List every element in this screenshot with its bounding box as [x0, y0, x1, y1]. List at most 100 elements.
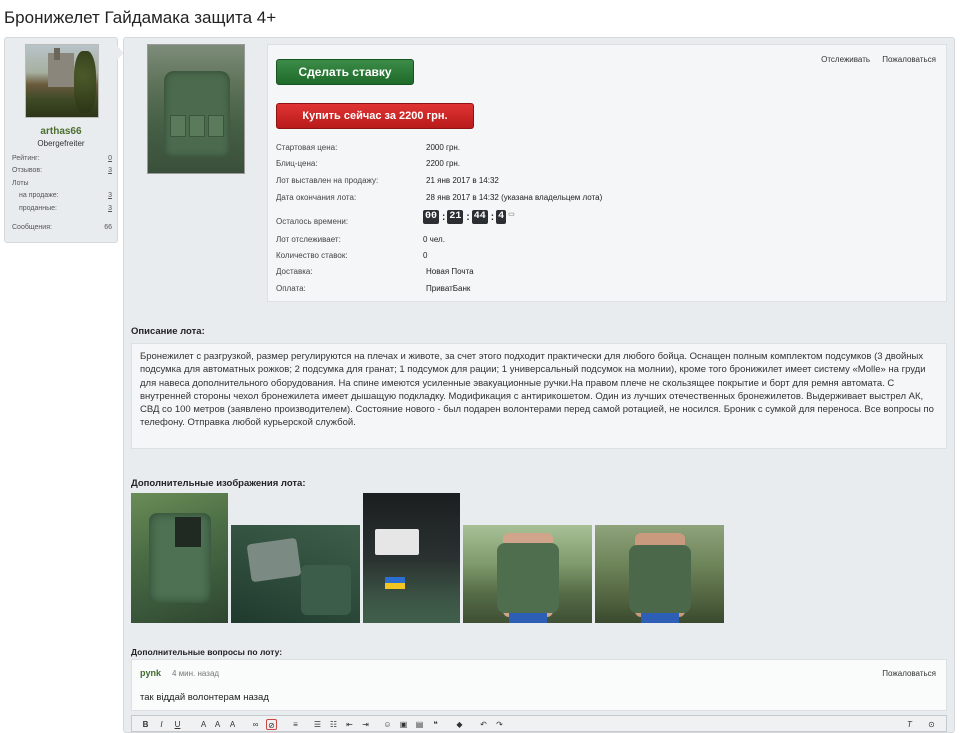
timer-days: 00 — [423, 210, 440, 224]
description-title: Описание лота: — [131, 326, 205, 337]
stat-label: Сообщения: — [12, 224, 52, 231]
vest-pocket-shape — [208, 115, 224, 137]
question-time: 4 мин. назад — [172, 669, 220, 678]
image-icon[interactable]: ▣ — [398, 719, 409, 730]
vest-shape — [164, 71, 230, 157]
redo-icon[interactable]: ↷ — [494, 719, 505, 730]
stat-label: проданные: — [19, 205, 58, 212]
stat-rating: Рейтинг: 0 — [12, 155, 112, 162]
page-title: Бронижелет Гайдамака защита 4+ — [4, 8, 277, 27]
timer-seconds: 4 — [496, 210, 507, 224]
lot-image-thumbnail[interactable] — [231, 525, 360, 623]
timer-separator: : — [466, 211, 470, 223]
lot-links: Отслеживать Пожаловаться — [811, 55, 936, 64]
code-icon[interactable]: ◆ — [454, 719, 465, 730]
undo-icon[interactable]: ↶ — [478, 719, 489, 730]
additional-images — [131, 493, 731, 623]
stat-label: Отзывов: — [12, 167, 43, 174]
delivery-label: Доставка: — [276, 267, 313, 276]
bullet-list-icon[interactable]: ☰ — [312, 719, 323, 730]
timer-extra-icon: ▭ — [508, 211, 515, 218]
pants-shape — [509, 613, 547, 623]
timer-separator: : — [442, 211, 446, 223]
watchers-value: 0 чел. — [423, 235, 445, 244]
lot-image-thumbnail[interactable] — [595, 525, 724, 623]
toggle-source-icon[interactable]: ⊙ — [926, 719, 937, 730]
images-section-title: Дополнительные изображения лота: — [131, 478, 306, 489]
avatar[interactable] — [25, 44, 99, 118]
stat-value: 66 — [104, 224, 112, 231]
plate-shape — [246, 537, 302, 583]
media-icon[interactable]: ▤ — [414, 719, 425, 730]
stat-label: Лоты — [12, 180, 29, 187]
end-date-label: Дата окончания лота: — [276, 193, 357, 202]
vest-pocket-shape — [189, 115, 205, 137]
watchers-label: Лот отслеживает: — [276, 235, 341, 244]
numbered-list-icon[interactable]: ☷ — [328, 719, 339, 730]
lot-details-box: Отслеживать Пожаловаться Сделать ставку … — [267, 44, 947, 302]
stat-value-link[interactable]: 3 — [108, 192, 112, 199]
payment-label: Оплата: — [276, 284, 306, 293]
avatar-tree-shape — [74, 51, 96, 113]
unlink-icon[interactable]: ⊘ — [266, 719, 277, 730]
stat-value-link[interactable]: 3 — [108, 167, 112, 174]
vest-opening-shape — [175, 517, 201, 547]
link-icon[interactable]: ∞ — [250, 719, 261, 730]
vest-shape — [629, 545, 691, 613]
stat-value-link[interactable]: 3 — [108, 205, 112, 212]
question-report-link[interactable]: Пожаловаться — [882, 669, 936, 678]
watch-link[interactable]: Отслеживать — [821, 55, 870, 64]
question-author[interactable]: pynk — [140, 668, 161, 678]
timer-separator: : — [490, 211, 495, 223]
questions-title: Дополнительные вопросы по лоту: — [131, 647, 283, 657]
font-size-icon[interactable]: A — [212, 719, 223, 730]
bids-count-value: 0 — [423, 251, 428, 260]
stat-reviews: Отзывов: 3 — [12, 167, 112, 174]
blitz-price-value: 2200 грн. — [426, 159, 461, 168]
bold-icon[interactable]: B — [140, 719, 151, 730]
font-color-icon[interactable]: A — [198, 719, 209, 730]
time-left-label: Осталось времени: — [276, 217, 349, 226]
underline-icon[interactable]: U — [172, 719, 183, 730]
stat-label: на продаже: — [19, 192, 59, 199]
lot-image-thumbnail[interactable] — [463, 525, 592, 623]
avatar-tower-top-shape — [54, 48, 60, 60]
question-item: pynk 4 мин. назад Пожаловаться так відда… — [131, 659, 947, 711]
stat-value-link[interactable]: 0 — [108, 155, 112, 162]
question-text: так віддай волонтерам назад — [140, 692, 269, 703]
font-family-icon[interactable]: A — [227, 719, 238, 730]
remove-format-icon[interactable]: T — [904, 719, 915, 730]
vest-pocket-shape — [170, 115, 186, 137]
countdown-timer: 00 : 21 : 44 : 4 ▭ — [423, 210, 515, 224]
indent-icon[interactable]: ⇥ — [360, 719, 371, 730]
lot-image-thumbnail[interactable] — [131, 493, 228, 623]
lot-main-photo[interactable] — [147, 44, 245, 174]
username[interactable]: arthas66 — [5, 126, 117, 137]
stat-lots: Лоты — [12, 180, 112, 187]
stat-sold: проданные: 3 — [19, 205, 112, 212]
payment-value: ПриватБанк — [426, 284, 471, 293]
buy-now-button[interactable]: Купить сейчас за 2200 грн. — [276, 103, 474, 129]
lot-image-thumbnail[interactable] — [363, 493, 460, 623]
lot-main-panel: Отслеживать Пожаловаться Сделать ставку … — [123, 37, 955, 733]
end-date-value: 28 янв 2017 в 14:32 (указана владельцем … — [426, 193, 603, 202]
place-bid-button[interactable]: Сделать ставку — [276, 59, 414, 85]
vest-shape — [497, 543, 559, 613]
quote-icon[interactable]: ❝ — [430, 719, 441, 730]
italic-icon[interactable]: I — [156, 719, 167, 730]
listed-label: Лот выставлен на продажу: — [276, 176, 379, 185]
timer-minutes: 44 — [471, 210, 488, 224]
report-link[interactable]: Пожаловаться — [882, 55, 936, 64]
user-info-panel: arthas66 Obergefreiter Рейтинг: 0 Отзыво… — [4, 37, 118, 243]
start-price-label: Стартовая цена: — [276, 143, 338, 152]
delivery-value: Новая Почта — [426, 267, 474, 276]
smiley-icon[interactable]: ☺ — [382, 719, 393, 730]
flag-yellow-shape — [385, 583, 405, 589]
align-icon[interactable]: ≡ — [290, 719, 301, 730]
user-title: Obergefreiter — [37, 139, 85, 148]
pants-shape — [641, 613, 679, 623]
outdent-icon[interactable]: ⇤ — [344, 719, 355, 730]
bids-count-label: Количество ставок: — [276, 251, 348, 260]
stat-on-sale: на продаже: 3 — [19, 192, 112, 199]
timer-hours: 21 — [447, 210, 464, 224]
